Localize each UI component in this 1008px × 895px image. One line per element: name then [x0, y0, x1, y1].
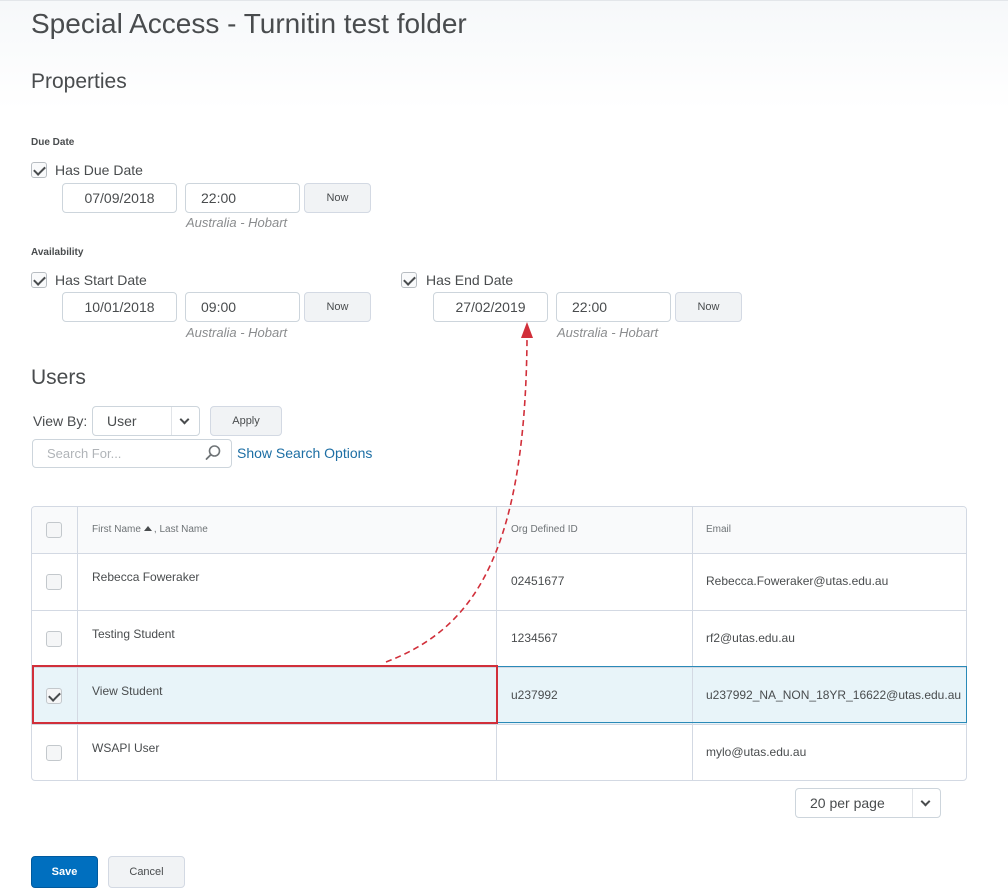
per-page-value: 20 per page [810, 795, 885, 811]
cancel-button[interactable]: Cancel [108, 856, 185, 888]
save-button[interactable]: Save [31, 856, 98, 888]
annotation-arrow [385, 322, 533, 663]
per-page-select[interactable]: 20 per page [795, 788, 941, 818]
chevron-down-icon [912, 789, 940, 817]
